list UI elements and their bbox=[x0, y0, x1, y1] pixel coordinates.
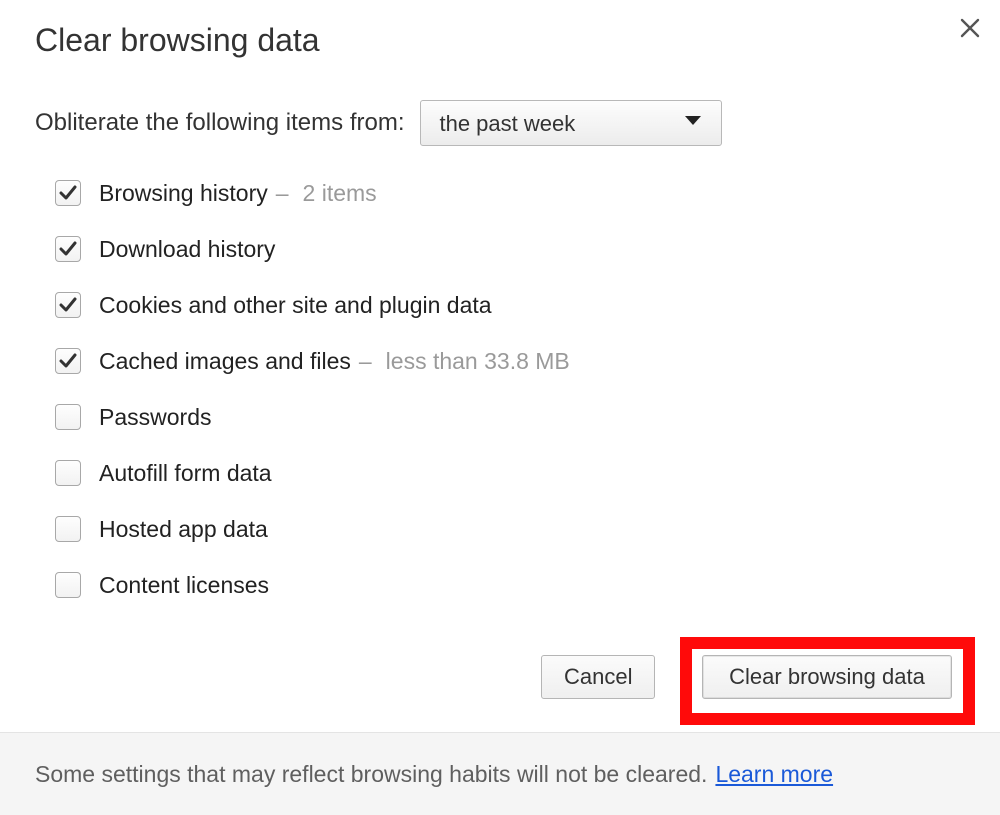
close-icon[interactable] bbox=[958, 16, 982, 40]
option-separator: – bbox=[359, 348, 372, 375]
option-row: Passwords bbox=[55, 389, 970, 445]
option-checkbox[interactable] bbox=[55, 572, 81, 598]
option-label[interactable]: Hosted app data bbox=[99, 516, 268, 543]
option-separator: – bbox=[276, 180, 289, 207]
option-label[interactable]: Browsing history bbox=[99, 180, 268, 207]
time-range-row: Obliterate the following items from: the… bbox=[35, 100, 722, 146]
option-label[interactable]: Download history bbox=[99, 236, 275, 263]
option-checkbox[interactable] bbox=[55, 404, 81, 430]
option-label[interactable]: Passwords bbox=[99, 404, 211, 431]
clear-browsing-data-dialog: Clear browsing data Obliterate the follo… bbox=[0, 0, 1000, 815]
time-range-label: Obliterate the following items from: bbox=[35, 109, 404, 137]
cancel-button[interactable]: Cancel bbox=[541, 655, 655, 699]
option-row: Hosted app data bbox=[55, 501, 970, 557]
learn-more-link[interactable]: Learn more bbox=[715, 761, 833, 788]
dialog-footer: Some settings that may reflect browsing … bbox=[0, 732, 1000, 815]
time-range-wrap: the past week bbox=[420, 100, 722, 146]
option-row: Download history bbox=[55, 221, 970, 277]
option-checkbox[interactable] bbox=[55, 516, 81, 542]
clear-browsing-data-button[interactable]: Clear browsing data bbox=[702, 655, 952, 699]
option-note: 2 items bbox=[303, 180, 377, 207]
option-checkbox[interactable] bbox=[55, 348, 81, 374]
option-row: Autofill form data bbox=[55, 445, 970, 501]
option-label[interactable]: Cookies and other site and plugin data bbox=[99, 292, 492, 319]
option-row: Cached images and files–less than 33.8 M… bbox=[55, 333, 970, 389]
dialog-title: Clear browsing data bbox=[35, 22, 320, 59]
time-range-select[interactable]: the past week bbox=[420, 100, 722, 146]
option-row: Content licenses bbox=[55, 557, 970, 613]
option-label[interactable]: Cached images and files bbox=[99, 348, 351, 375]
options-list: Browsing history–2 itemsDownload history… bbox=[55, 165, 970, 613]
option-checkbox[interactable] bbox=[55, 292, 81, 318]
footer-text: Some settings that may reflect browsing … bbox=[35, 761, 707, 788]
option-checkbox[interactable] bbox=[55, 180, 81, 206]
option-checkbox[interactable] bbox=[55, 460, 81, 486]
option-label[interactable]: Content licenses bbox=[99, 572, 269, 599]
option-row: Browsing history–2 items bbox=[55, 165, 970, 221]
option-label[interactable]: Autofill form data bbox=[99, 460, 272, 487]
option-checkbox[interactable] bbox=[55, 236, 81, 262]
option-note: less than 33.8 MB bbox=[386, 348, 570, 375]
option-row: Cookies and other site and plugin data bbox=[55, 277, 970, 333]
